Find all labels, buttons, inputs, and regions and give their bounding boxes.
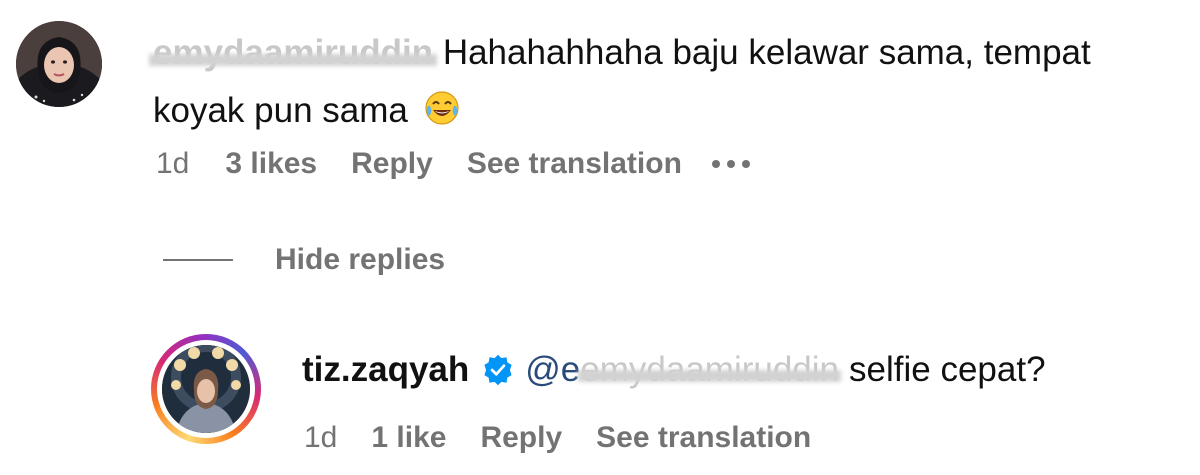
replier-username[interactable]: tiz.zaqyah xyxy=(302,350,469,390)
comment-time: 1d xyxy=(156,147,190,180)
reply-see-translation-button[interactable]: See translation xyxy=(596,421,811,455)
reply-likes[interactable]: 1 like xyxy=(371,421,446,455)
mention-username: emydaamiruddin xyxy=(580,350,840,389)
comment-body: emydaamiruddin Hahahahhaha baju kelawar … xyxy=(153,24,1183,140)
commenter-avatar-image xyxy=(16,21,102,107)
comment-meta: 1d 3 likes Reply See translation xyxy=(156,143,750,185)
verified-badge-icon xyxy=(484,354,512,386)
hide-replies-divider xyxy=(163,259,233,261)
mention-prefix: @e xyxy=(525,350,581,389)
commenter-avatar[interactable] xyxy=(16,21,102,107)
replier-avatar-image xyxy=(162,345,250,433)
commenter-username[interactable]: emydaamiruddin xyxy=(153,24,433,82)
face-with-tears-of-joy-icon xyxy=(425,91,459,125)
hide-replies-toggle[interactable]: Hide replies xyxy=(163,240,445,280)
replier-avatar[interactable] xyxy=(151,334,261,444)
reply-meta: 1d 1 like Reply See translation xyxy=(304,418,811,458)
see-translation-button[interactable]: See translation xyxy=(467,147,682,181)
mention-link[interactable]: @eemydaamiruddin xyxy=(525,350,839,390)
comment-likes[interactable]: 3 likes xyxy=(225,147,317,181)
reply-reply-button[interactable]: Reply xyxy=(480,421,562,455)
more-horizontal-icon[interactable] xyxy=(711,154,750,174)
reply-text: selfie cepat? xyxy=(849,350,1046,389)
reply-button[interactable]: Reply xyxy=(351,147,433,181)
reply-body: tiz.zaqyah @eemydaamiruddin selfie cepat… xyxy=(302,345,1046,395)
hide-replies-label[interactable]: Hide replies xyxy=(275,243,445,277)
avatar-ring-gap xyxy=(157,340,255,438)
reply-time: 1d xyxy=(304,421,338,454)
